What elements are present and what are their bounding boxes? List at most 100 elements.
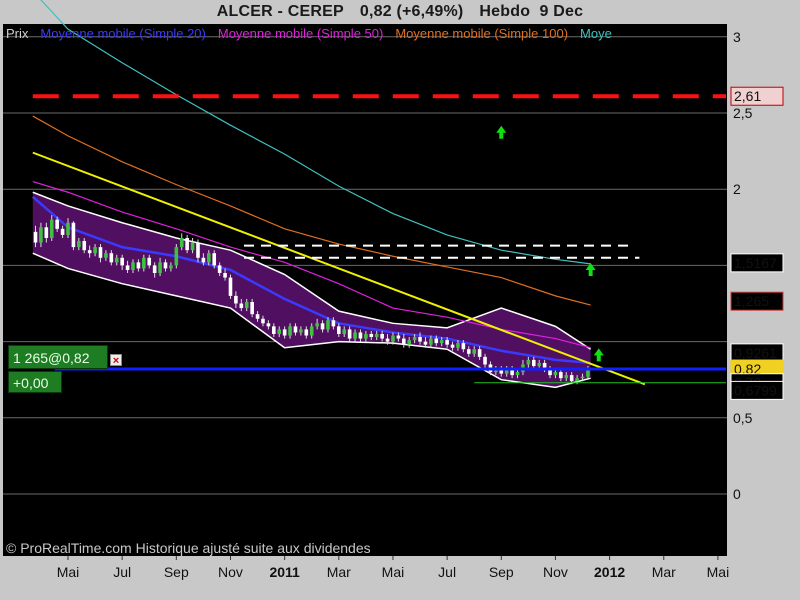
price-tag-label: 1,5167 (734, 255, 777, 271)
candle-body (77, 241, 81, 248)
candle-body (244, 301, 249, 309)
legend-item: Moyenne mobile (Simple 100) (395, 26, 568, 41)
legend-item: Prix (6, 26, 29, 41)
candle-body (315, 323, 319, 327)
candle-body (147, 257, 152, 266)
candle-body (353, 332, 357, 339)
x-tick-label: Mar (327, 564, 351, 580)
candle-body (125, 265, 130, 270)
candle-body (261, 318, 265, 324)
candle-body (472, 349, 476, 354)
candle-body (559, 372, 563, 379)
candle-body (104, 253, 108, 258)
candle-body (456, 343, 460, 348)
close-order-icon[interactable]: × (110, 354, 122, 367)
chart-title: ALCER - CEREP 0,82 (+6,49%) Hebdo 9 Dec (0, 0, 800, 24)
x-tick-label: Mar (652, 564, 676, 580)
y-tick-label: 3 (733, 29, 741, 45)
candle-body (358, 332, 363, 339)
candle-body (385, 338, 390, 342)
order-label[interactable]: 1 265@0,82 (8, 345, 108, 369)
candle-body (439, 340, 444, 344)
x-axis: Mai Jul Sep Nov 2011 Mar Mai Jul Sep Nov 2012 Mar Ma… (57, 564, 729, 580)
candle-body (228, 277, 233, 296)
price-tag-label: 0,6799 (734, 382, 777, 398)
candle-body (49, 219, 54, 238)
candle-body (304, 329, 309, 336)
candle-body (109, 253, 114, 263)
candle-body (55, 219, 59, 229)
candle-body (223, 273, 227, 278)
candle-body (87, 250, 92, 254)
y-tick-label: 0 (733, 486, 741, 502)
legend: Prix Moyenne mobile (Simple 20) Moyenne mo… (6, 26, 612, 41)
candle-body (418, 337, 422, 342)
candle-body (277, 329, 282, 334)
candle-body (179, 237, 184, 248)
candle-body (569, 375, 574, 382)
x-tick-label: Sep (489, 564, 514, 580)
candle-body (185, 237, 189, 251)
period: Hebdo 9 Dec (479, 3, 584, 20)
price-chart[interactable]: Prix Moyenne mobile (Simple 20) Moyenne mo… (0, 0, 800, 600)
candle-body (142, 257, 146, 269)
price-tag-label: 1,265 (734, 293, 769, 309)
x-tick-label: 2011 (269, 564, 300, 580)
candle-body (131, 262, 135, 270)
price-tag-label: 2,61 (734, 88, 761, 104)
candle-body (44, 227, 49, 238)
candle-body (369, 333, 374, 338)
candle-body (483, 356, 487, 365)
candle-body (331, 320, 336, 327)
candle-body (347, 329, 352, 339)
x-tick-label: Jul (438, 564, 456, 580)
candle-body (82, 241, 87, 251)
candle-body (575, 378, 579, 382)
candle-body (429, 338, 433, 345)
candle-body (201, 257, 206, 263)
x-tick-label: Nov (543, 564, 568, 580)
candle-body (580, 376, 585, 379)
x-tick-label: Nov (218, 564, 243, 580)
candle-body (309, 326, 314, 336)
candle-body (136, 262, 141, 269)
candle-body (396, 335, 401, 339)
candle-body (326, 320, 330, 330)
legend-item: Moyenne mobile (Simple 20) (40, 26, 205, 41)
candle-body (272, 326, 276, 334)
candle-body (169, 265, 173, 269)
candle-body (374, 333, 379, 338)
y-tick-label: 0,5 (733, 410, 753, 426)
candle-body (531, 359, 536, 366)
candle-body (217, 265, 222, 274)
candle-body (337, 326, 341, 334)
candle-body (250, 301, 254, 315)
candle-body (320, 323, 325, 330)
x-tick-label: 2012 (594, 564, 625, 580)
candle-body (445, 340, 449, 345)
y-tick-label: 2 (733, 181, 741, 197)
candle-body (391, 335, 395, 342)
candle-body (114, 257, 119, 263)
candle-body (212, 253, 217, 266)
candle-body (196, 242, 200, 258)
candle-body (553, 372, 558, 376)
candle-body (158, 262, 162, 274)
price-change: 0,82 (+6,49%) (359, 3, 464, 20)
candle-body (477, 349, 482, 357)
candle-body (255, 314, 260, 319)
candle-body (401, 338, 406, 345)
order-pnl: +0,00 (8, 371, 62, 393)
candle-body (266, 323, 271, 327)
candle-body (239, 303, 244, 309)
candle-body (564, 375, 569, 379)
candle-body (282, 329, 287, 336)
candle-body (299, 329, 303, 333)
candle-body (461, 343, 466, 350)
candle-body (207, 253, 211, 263)
candle-body (342, 329, 347, 334)
copyright-text: © ProRealTime.com Historique ajusté suit… (6, 540, 371, 556)
plot-background (3, 24, 727, 556)
candle-body (39, 227, 43, 243)
candle-body (526, 359, 531, 365)
